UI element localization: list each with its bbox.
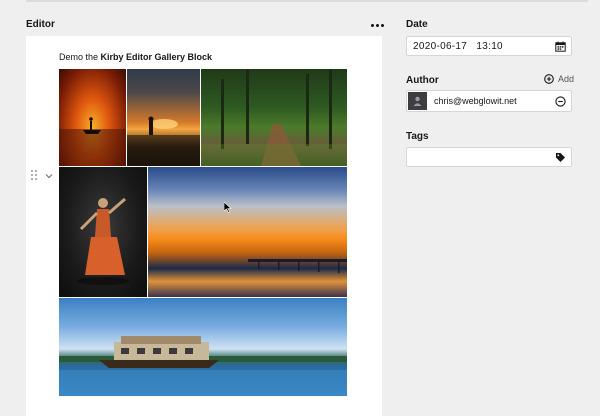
more-dots-icon xyxy=(370,23,374,27)
gallery-image-sunset-silhouette[interactable] xyxy=(127,69,200,166)
date-label: Date xyxy=(406,19,428,30)
gallery-image-houseboat[interactable] xyxy=(59,298,347,396)
gallery-image-dancer[interactable] xyxy=(59,167,147,297)
calendar-icon[interactable] xyxy=(555,41,566,52)
author-label: Author xyxy=(406,75,439,86)
add-author-button[interactable]: Add xyxy=(544,74,574,84)
top-divider xyxy=(26,0,588,2)
author-item[interactable]: chris@webglowit.net xyxy=(406,90,572,112)
avatar xyxy=(408,92,427,110)
editor-text-prefix: Demo the xyxy=(59,52,101,62)
tags-label: Tags xyxy=(406,131,429,142)
author-email: chris@webglowit.net xyxy=(434,96,517,106)
editor-paragraph[interactable]: Demo the Kirby Editor Gallery Block xyxy=(59,52,212,62)
plus-circle-icon xyxy=(544,74,554,84)
minus-circle-icon[interactable] xyxy=(555,96,566,107)
tags-input[interactable] xyxy=(406,147,572,167)
tag-icon xyxy=(556,153,565,162)
add-author-label: Add xyxy=(558,74,575,84)
date-value: 2020-06-17 13:10 xyxy=(413,41,503,52)
editor-text-bold: Kirby Editor Gallery Block xyxy=(100,52,213,62)
chevron-down-icon[interactable] xyxy=(44,171,54,181)
gallery-image-boat-sunset[interactable] xyxy=(59,69,126,166)
user-icon xyxy=(413,96,422,106)
gallery-image-sunset-pier[interactable] xyxy=(148,167,347,297)
mouse-cursor-icon xyxy=(224,202,232,213)
gallery-image-forest-path[interactable] xyxy=(201,69,347,166)
drag-handle-icon[interactable] xyxy=(31,170,41,182)
date-field[interactable]: 2020-06-17 13:10 xyxy=(406,36,572,56)
editor-label: Editor xyxy=(26,19,55,30)
more-options-button[interactable] xyxy=(368,18,386,32)
